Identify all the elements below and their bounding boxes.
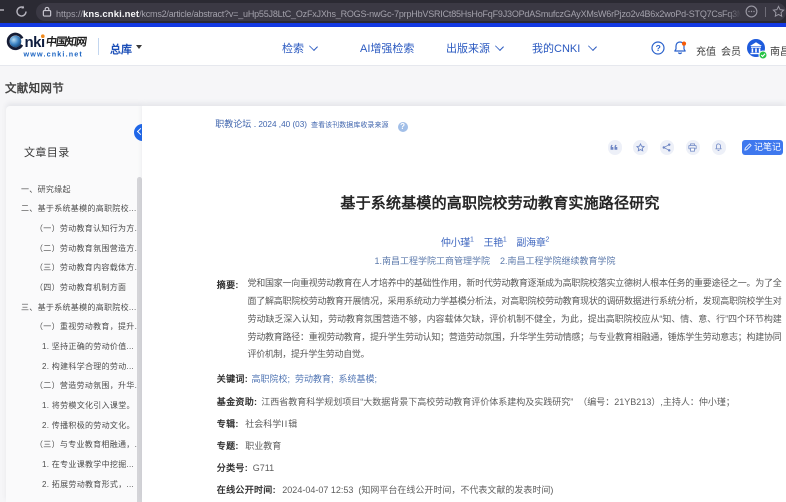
svg-text:中国知网: 中国知网 xyxy=(45,35,88,49)
svg-text:www.cnki.net: www.cnki.net xyxy=(23,50,83,59)
svg-text:?: ? xyxy=(656,43,661,53)
